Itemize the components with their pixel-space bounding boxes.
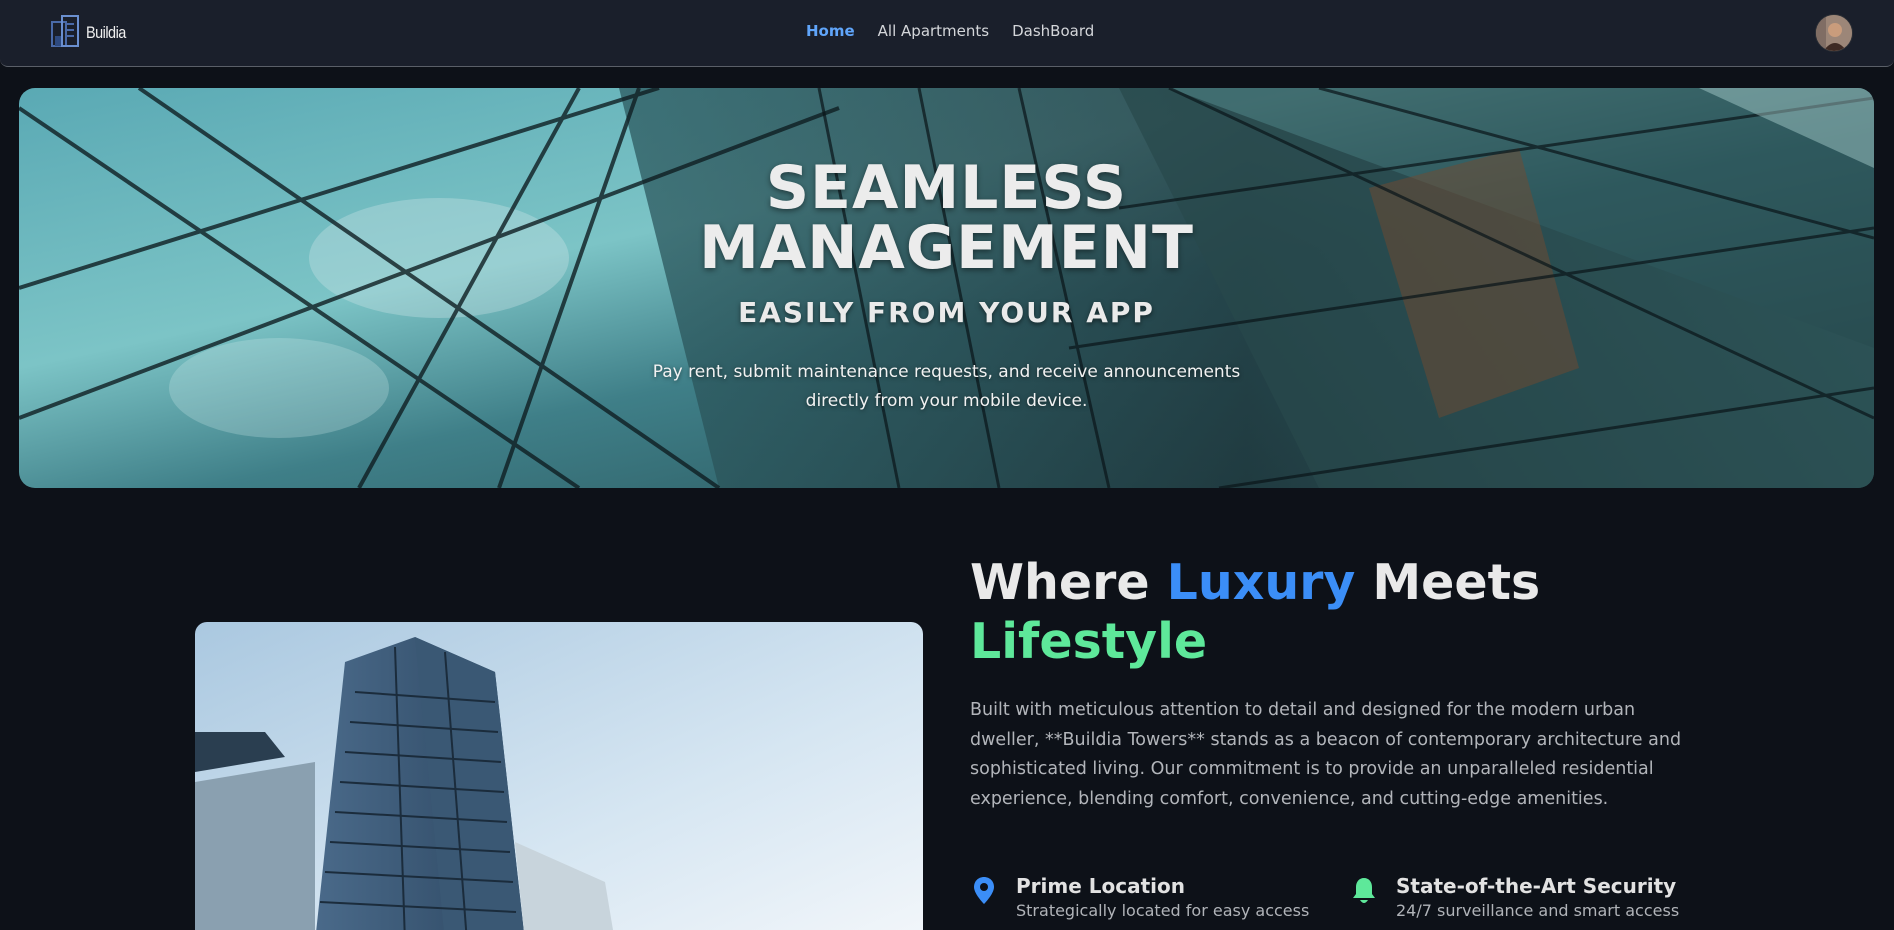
logo-text: Buildia — [86, 23, 126, 42]
logo[interactable]: Buildia — [50, 14, 133, 48]
feature-title: State-of-the-Art Security — [1396, 874, 1677, 898]
hero-content: SEAMLESS MANAGEMENT EASILY FROM YOUR APP… — [19, 88, 1874, 488]
hero-subtitle: EASILY FROM YOUR APP — [738, 296, 1155, 329]
map-pin-icon — [974, 877, 994, 904]
feature-title: Prime Location — [1016, 874, 1185, 898]
nav-link-all-apartments[interactable]: All Apartments — [878, 22, 989, 40]
hero-title: SEAMLESS MANAGEMENT — [19, 158, 1874, 278]
about-title-part2: Meets — [1355, 554, 1541, 611]
about-title-highlight-lifestyle: Lifestyle — [970, 613, 1208, 670]
feature-prime-location: Prime Location Strategically located for… — [970, 874, 1309, 922]
about-title: Where Luxury Meets Lifestyle — [970, 553, 1690, 671]
hero-banner: SEAMLESS MANAGEMENT EASILY FROM YOUR APP… — [19, 88, 1874, 488]
feature-security: State-of-the-Art Security 24/7 surveilla… — [1350, 874, 1679, 922]
nav-link-dashboard[interactable]: DashBoard — [1012, 22, 1094, 40]
hero-description: Pay rent, submit maintenance requests, a… — [652, 362, 1241, 411]
feature-description: 24/7 surveillance and smart access — [1396, 901, 1680, 920]
about-paragraph: Built with meticulous attention to detai… — [970, 700, 1682, 809]
bell-icon — [1353, 878, 1375, 903]
main-nav: Home All Apartments DashBoard — [806, 22, 1117, 40]
hero-title-line2: MANAGEMENT — [699, 213, 1194, 283]
navbar: Buildia Home All Apartments DashBoard — [0, 0, 1894, 67]
building-logo-icon — [51, 15, 79, 47]
building-photo — [195, 622, 923, 930]
about-title-part1: Where — [970, 554, 1167, 611]
nav-link-home[interactable]: Home — [806, 22, 855, 40]
feature-description: Strategically located for easy access — [1016, 901, 1310, 920]
user-avatar[interactable] — [1815, 14, 1853, 52]
about-title-highlight-luxury: Luxury — [1166, 554, 1356, 611]
